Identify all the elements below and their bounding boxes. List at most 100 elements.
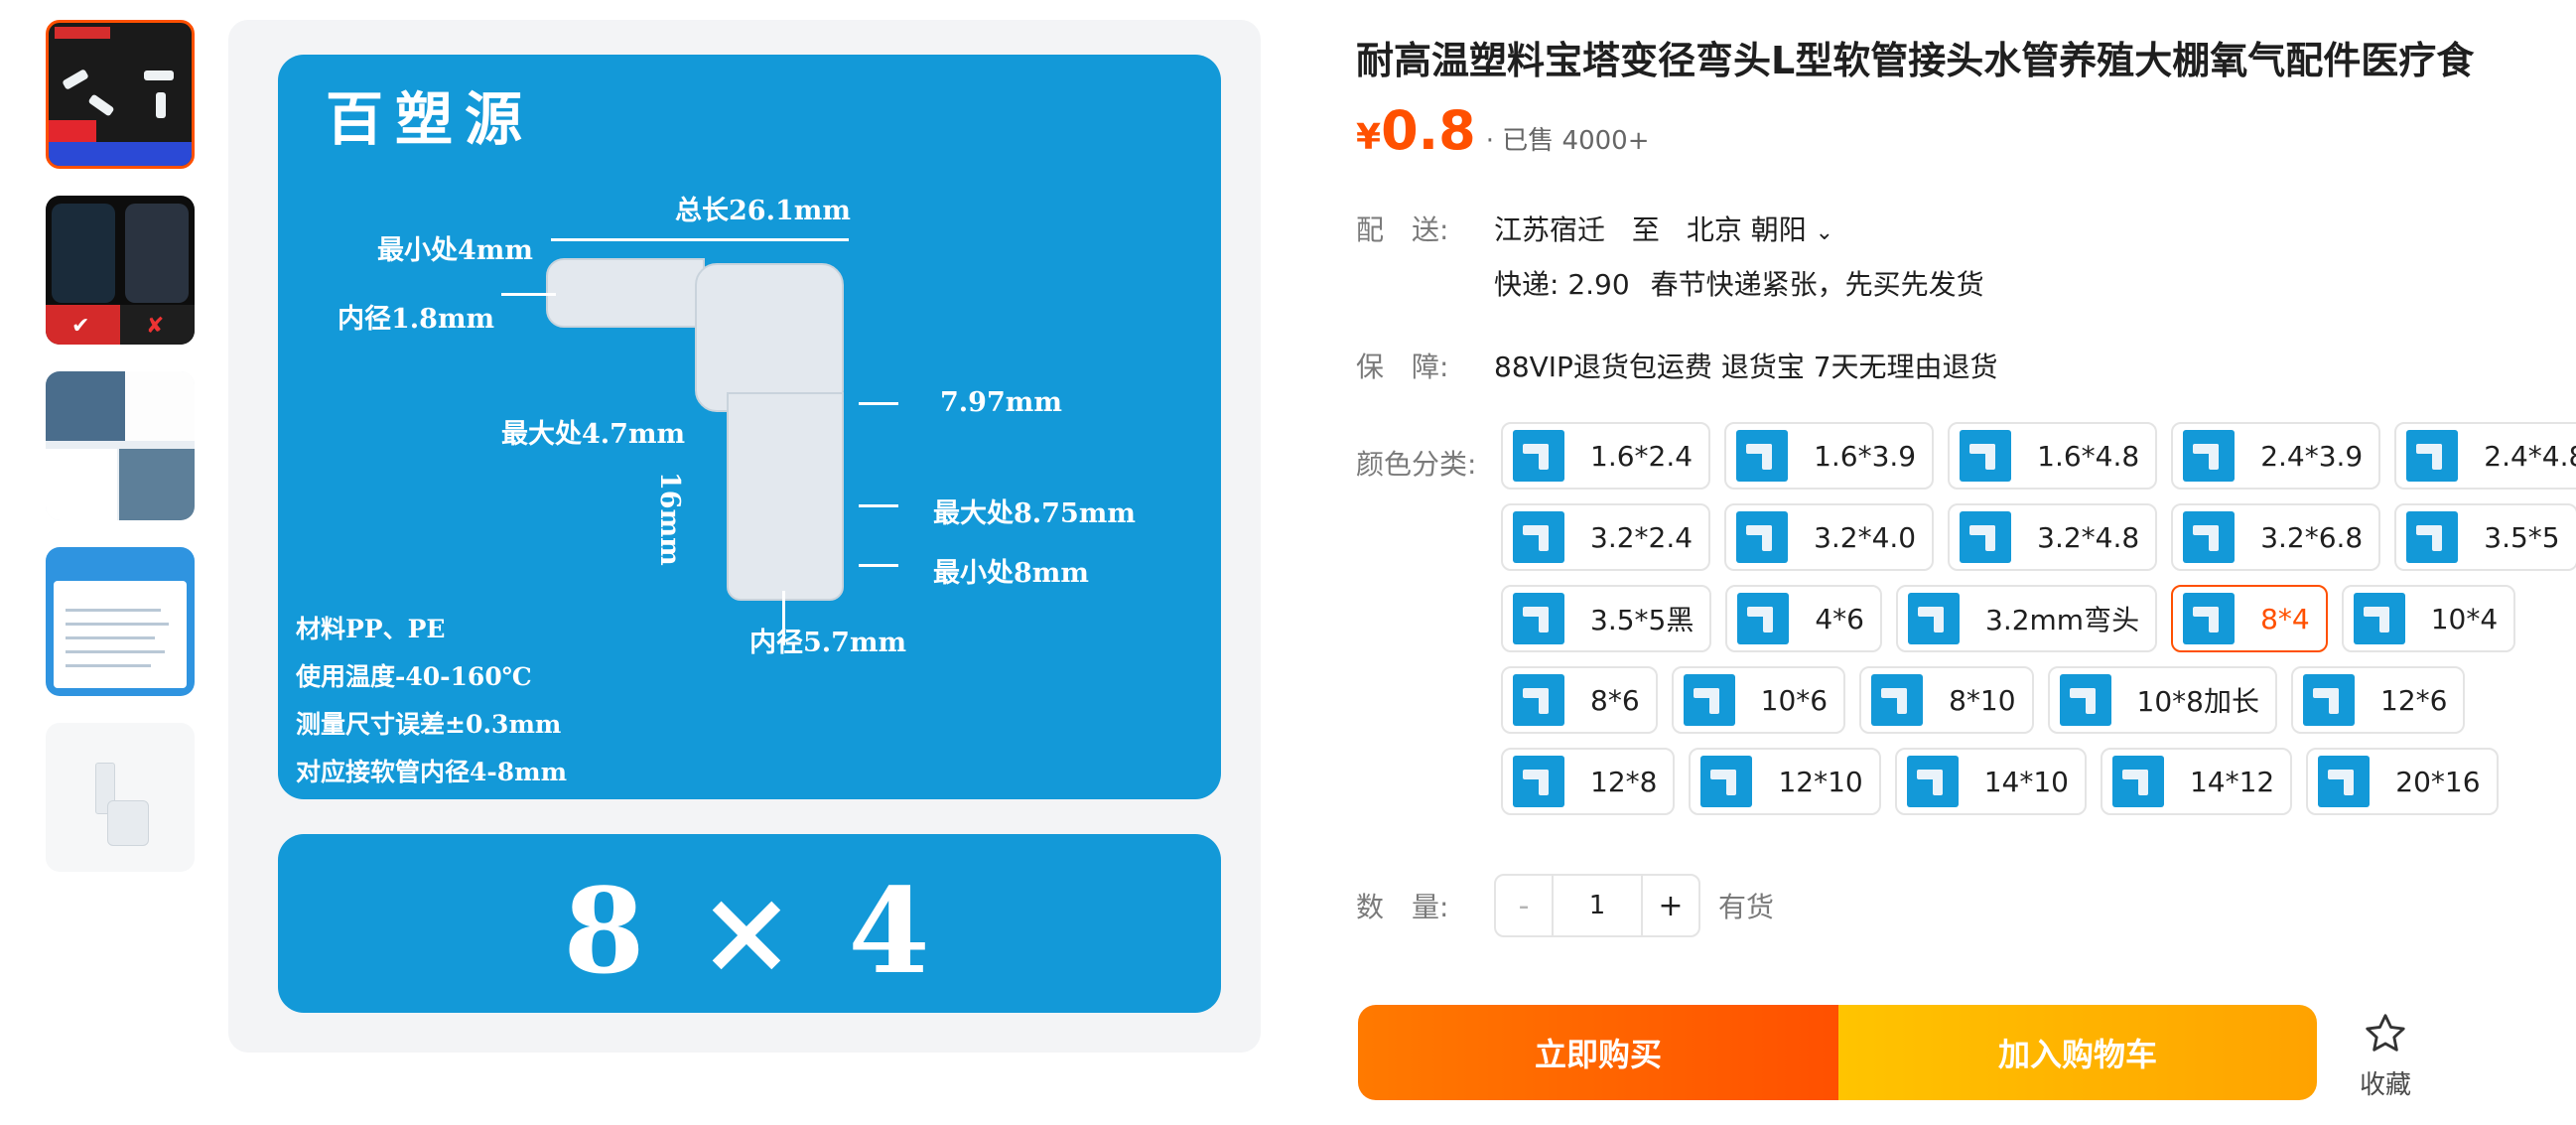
sku-option[interactable]: 1.6*3.9 (1724, 422, 1935, 490)
sku-option[interactable]: 12*6 (2291, 666, 2466, 734)
label-height: 16mm (654, 472, 685, 566)
sku-option-label: 1.6*4.8 (2037, 439, 2140, 473)
sku-option[interactable]: 3.2*2.4 (1501, 503, 1711, 571)
price-value: 0.8 (1381, 99, 1476, 162)
sku-thumbnail-icon (1736, 430, 1789, 482)
sku-option-selected[interactable]: 8*4 (2171, 585, 2328, 652)
sku-option[interactable]: 10*4 (2341, 585, 2516, 652)
sku-option[interactable]: 14*10 (1894, 748, 2087, 815)
check-icon: ✔ (71, 314, 90, 339)
label-inner-bottom: 内径5.7mm (749, 628, 907, 658)
sku-option-label: 4*6 (1815, 602, 1864, 635)
star-icon (2366, 1014, 2405, 1052)
favorite-label: 收藏 (2359, 1070, 2411, 1100)
spec-temperature: 使用温度-40-160℃ (296, 662, 532, 691)
thumbnail-4[interactable] (46, 547, 195, 696)
thumbnail-footer (49, 142, 192, 166)
delivery-route[interactable]: 江苏宿迁 至 北京 朝阳 ⌄ (1494, 209, 1833, 248)
sku-option[interactable]: 4*6 (1725, 585, 1882, 652)
dimension-line-max (859, 504, 898, 507)
label-max-left: 最大处4.7mm (501, 419, 686, 450)
sku-thumbnail-icon (2303, 674, 2355, 726)
sku-thumbnail-icon (1736, 511, 1789, 563)
sku-option[interactable]: 1.6*4.8 (1948, 422, 2158, 490)
sku-option-label: 10*4 (2430, 602, 2499, 635)
sku-thumbnail-icon (1960, 511, 2012, 563)
sku-option[interactable]: 12*10 (1689, 748, 1881, 815)
label-max-right: 最大处8.75mm (933, 498, 1136, 529)
sku-option-label: 14*12 (2189, 765, 2275, 798)
fitting-left-barb (546, 258, 705, 328)
express-fee: 快递: 2.90 (1494, 268, 1630, 301)
sku-option[interactable]: 20*16 (2306, 748, 2499, 815)
size-label: 8 × 4 (563, 862, 936, 1000)
dimension-line-total (551, 238, 849, 241)
sku-option[interactable]: 3.2*4.8 (1948, 503, 2158, 571)
sku-option[interactable]: 1.6*2.4 (1501, 422, 1711, 490)
sku-row: 1.6*2.4 1.6*3.9 1.6*4.8 2.4*3.9 2.4*4.8 (1501, 422, 2576, 490)
guarantee-label: 保 障: (1356, 351, 1449, 383)
sku-option-label: 14*10 (1983, 765, 2069, 798)
sku-option[interactable]: 3.2*6.8 (2171, 503, 2381, 571)
buy-now-button[interactable]: 立即购买 (1358, 1005, 1838, 1100)
sku-option-label: 12*8 (1590, 765, 1658, 798)
thumbnail-3[interactable] (46, 371, 195, 520)
sku-thumbnail-icon (1960, 430, 2012, 482)
sku-option[interactable]: 8*10 (1859, 666, 2034, 734)
sku-option[interactable]: 12*8 (1501, 748, 1676, 815)
sku-option-label: 10*8加长 (2136, 685, 2259, 718)
sku-thumbnail-icon (1513, 674, 1564, 726)
spec-list: 材料PP、PE 使用温度-40-160℃ 测量尺寸误差±0.3mm 对应接软管内… (296, 606, 567, 796)
spec-hose: 对应接软管内径4-8mm (296, 758, 568, 786)
sku-thumbnail-icon (1513, 756, 1564, 807)
sku-option-label: 8*4 (2260, 602, 2310, 635)
guarantee-text[interactable]: 88VIP退货包运费 退货宝 7天无理由退货 (1494, 346, 1998, 385)
sku-option[interactable]: 8*6 (1501, 666, 1658, 734)
sku-option-label: 2.4*4.8 (2484, 439, 2576, 473)
sku-option[interactable]: 10*8加长 (2047, 666, 2277, 734)
sku-option-label: 1.6*2.4 (1590, 439, 1694, 473)
sku-option-label: 3.2*6.8 (2260, 520, 2364, 554)
quantity-decrease-button[interactable]: - (1496, 876, 1552, 935)
text-line (66, 609, 161, 612)
thumbnail-1[interactable] (46, 20, 195, 169)
sku-option-label: 1.6*3.9 (1814, 439, 1917, 473)
favorite-button[interactable]: 收藏 (2353, 1011, 2418, 1101)
quantity-increase-button[interactable]: + (1643, 876, 1698, 935)
product-title: 耐高温塑料宝塔变径弯头L型软管接头水管养殖大棚氧气配件医疗食 (1356, 39, 2475, 82)
quantity-input[interactable] (1552, 876, 1643, 935)
sku-option[interactable]: 2.4*4.8 (2394, 422, 2576, 490)
sku-option[interactable]: 10*6 (1671, 666, 1846, 734)
label-min-right: 最小处8mm (933, 558, 1089, 589)
quantity-stepper: - + (1494, 874, 1700, 937)
sku-option[interactable]: 3.5*5黑 (1501, 585, 1712, 652)
sku-thumbnail-icon (1513, 430, 1564, 482)
elbow-shape (144, 70, 174, 80)
thumbnail-5[interactable] (46, 723, 195, 872)
dimension-line-inner (501, 293, 556, 296)
sku-thumbnail-icon (1513, 511, 1564, 563)
sku-option-label: 3.2*2.4 (1590, 520, 1694, 554)
sku-option-label: 8*10 (1949, 683, 2016, 717)
stock-status: 有货 (1718, 891, 1775, 923)
sku-row: 8*6 10*6 8*10 10*8加长 12*6 (1501, 666, 2533, 734)
add-to-cart-button[interactable]: 加入购物车 (1838, 1005, 2317, 1100)
brand-logo-text: 百塑源 (326, 85, 535, 153)
sku-option[interactable]: 3.2mm弯头 (1896, 585, 2158, 652)
sku-option-label: 20*16 (2395, 765, 2481, 798)
thumbnail-2[interactable]: ✔ ✘ (46, 196, 195, 345)
sku-option-label: 3.5*5 (2484, 520, 2560, 554)
sku-option[interactable]: 14*12 (2100, 748, 2293, 815)
label-total-length: 总长26.1mm (675, 196, 851, 226)
sku-thumbnail-icon (2183, 593, 2236, 644)
bad-mark-area: ✘ (120, 305, 195, 345)
sku-thumbnail-icon (1683, 674, 1735, 726)
sku-option[interactable]: 3.5*5 (2394, 503, 2576, 571)
sku-option-label: 3.2mm弯头 (1985, 604, 2140, 636)
factory-photo (46, 371, 125, 441)
sku-thumbnail-icon (2111, 756, 2164, 807)
sku-option[interactable]: 3.2*4.0 (1724, 503, 1935, 571)
elbow-shape (107, 800, 149, 846)
main-product-image[interactable]: 百塑源 总长26.1mm 最小处4mm 内径1.8mm 最大处4.7mm 7.9… (228, 20, 1261, 1053)
sku-option[interactable]: 2.4*3.9 (2171, 422, 2381, 490)
